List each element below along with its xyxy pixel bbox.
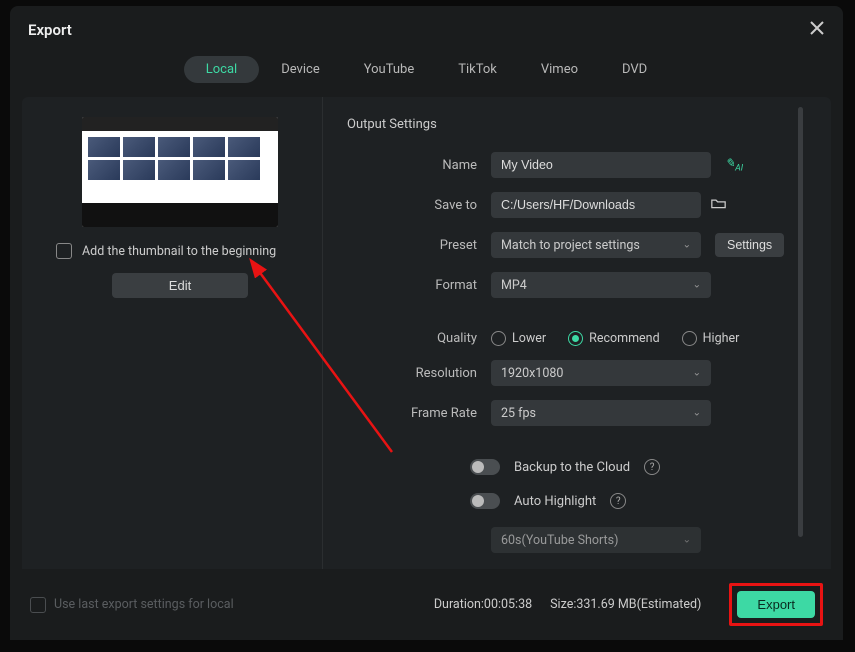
backup-cloud-label: Backup to the Cloud [514, 460, 630, 475]
auto-highlight-label: Auto Highlight [514, 494, 596, 509]
add-thumbnail-label: Add the thumbnail to the beginning [82, 244, 276, 259]
edit-button[interactable]: Edit [112, 273, 248, 298]
format-value: MP4 [501, 278, 527, 293]
tab-tiktok[interactable]: TikTok [436, 56, 519, 83]
chevron-down-icon: ⌄ [693, 368, 701, 379]
quality-lower-radio[interactable]: Lower [491, 331, 546, 346]
framerate-label: Frame Rate [347, 406, 491, 421]
thumbnail-preview [82, 117, 278, 227]
help-icon[interactable]: ? [610, 493, 626, 509]
chevron-down-icon: ⌄ [693, 408, 701, 419]
ai-icon[interactable]: ✎AI [725, 156, 743, 173]
duration-info: Duration:00:05:38 [434, 597, 532, 612]
framerate-select[interactable]: 25 fps ⌄ [491, 400, 711, 426]
size-info: Size:331.69 MB(Estimated) [550, 597, 701, 612]
resolution-value: 1920x1080 [501, 366, 563, 381]
settings-button[interactable]: Settings [715, 233, 784, 257]
tab-device[interactable]: Device [259, 56, 342, 83]
preset-select[interactable]: Match to project settings ⌄ [491, 232, 701, 258]
name-input[interactable] [491, 152, 711, 178]
quality-higher-radio[interactable]: Higher [682, 331, 740, 346]
highlight-preset-value: 60s(YouTube Shorts) [501, 533, 618, 548]
add-thumbnail-checkbox[interactable]: Add the thumbnail to the beginning [56, 243, 304, 259]
tab-dvd[interactable]: DVD [600, 56, 669, 83]
export-button[interactable]: Export [737, 591, 815, 618]
export-highlight: Export [729, 583, 823, 626]
highlight-preset-select: 60s(YouTube Shorts) ⌄ [491, 527, 701, 553]
saveto-input[interactable] [491, 192, 701, 218]
preset-label: Preset [347, 238, 491, 253]
preset-value: Match to project settings [501, 238, 640, 253]
name-label: Name [347, 158, 491, 173]
backup-cloud-toggle[interactable] [470, 459, 500, 475]
chevron-down-icon: ⌄ [683, 535, 691, 546]
help-icon[interactable]: ? [644, 459, 660, 475]
framerate-value: 25 fps [501, 406, 536, 421]
dialog-title: Export [28, 21, 72, 39]
checkbox-icon [30, 597, 46, 613]
saveto-label: Save to [347, 198, 491, 213]
tab-local[interactable]: Local [184, 56, 259, 83]
use-last-label: Use last export settings for local [54, 597, 234, 612]
chevron-down-icon: ⌄ [693, 280, 701, 291]
format-select[interactable]: MP4 ⌄ [491, 272, 711, 298]
checkbox-icon [56, 243, 72, 259]
auto-highlight-toggle[interactable] [470, 493, 500, 509]
export-tabs: Local Device YouTube TikTok Vimeo DVD [10, 48, 843, 97]
scrollbar[interactable] [798, 107, 803, 537]
format-label: Format [347, 278, 491, 293]
resolution-label: Resolution [347, 366, 491, 381]
close-icon[interactable] [809, 20, 825, 40]
tab-vimeo[interactable]: Vimeo [519, 56, 600, 83]
resolution-select[interactable]: 1920x1080 ⌄ [491, 360, 711, 386]
use-last-settings-checkbox[interactable]: Use last export settings for local [30, 597, 234, 613]
folder-icon[interactable] [711, 197, 726, 214]
output-settings-heading: Output Settings [347, 117, 805, 132]
quality-label: Quality [347, 331, 491, 346]
tab-youtube[interactable]: YouTube [342, 56, 437, 83]
quality-recommend-radio[interactable]: Recommend [568, 331, 660, 346]
chevron-down-icon: ⌄ [683, 240, 691, 251]
